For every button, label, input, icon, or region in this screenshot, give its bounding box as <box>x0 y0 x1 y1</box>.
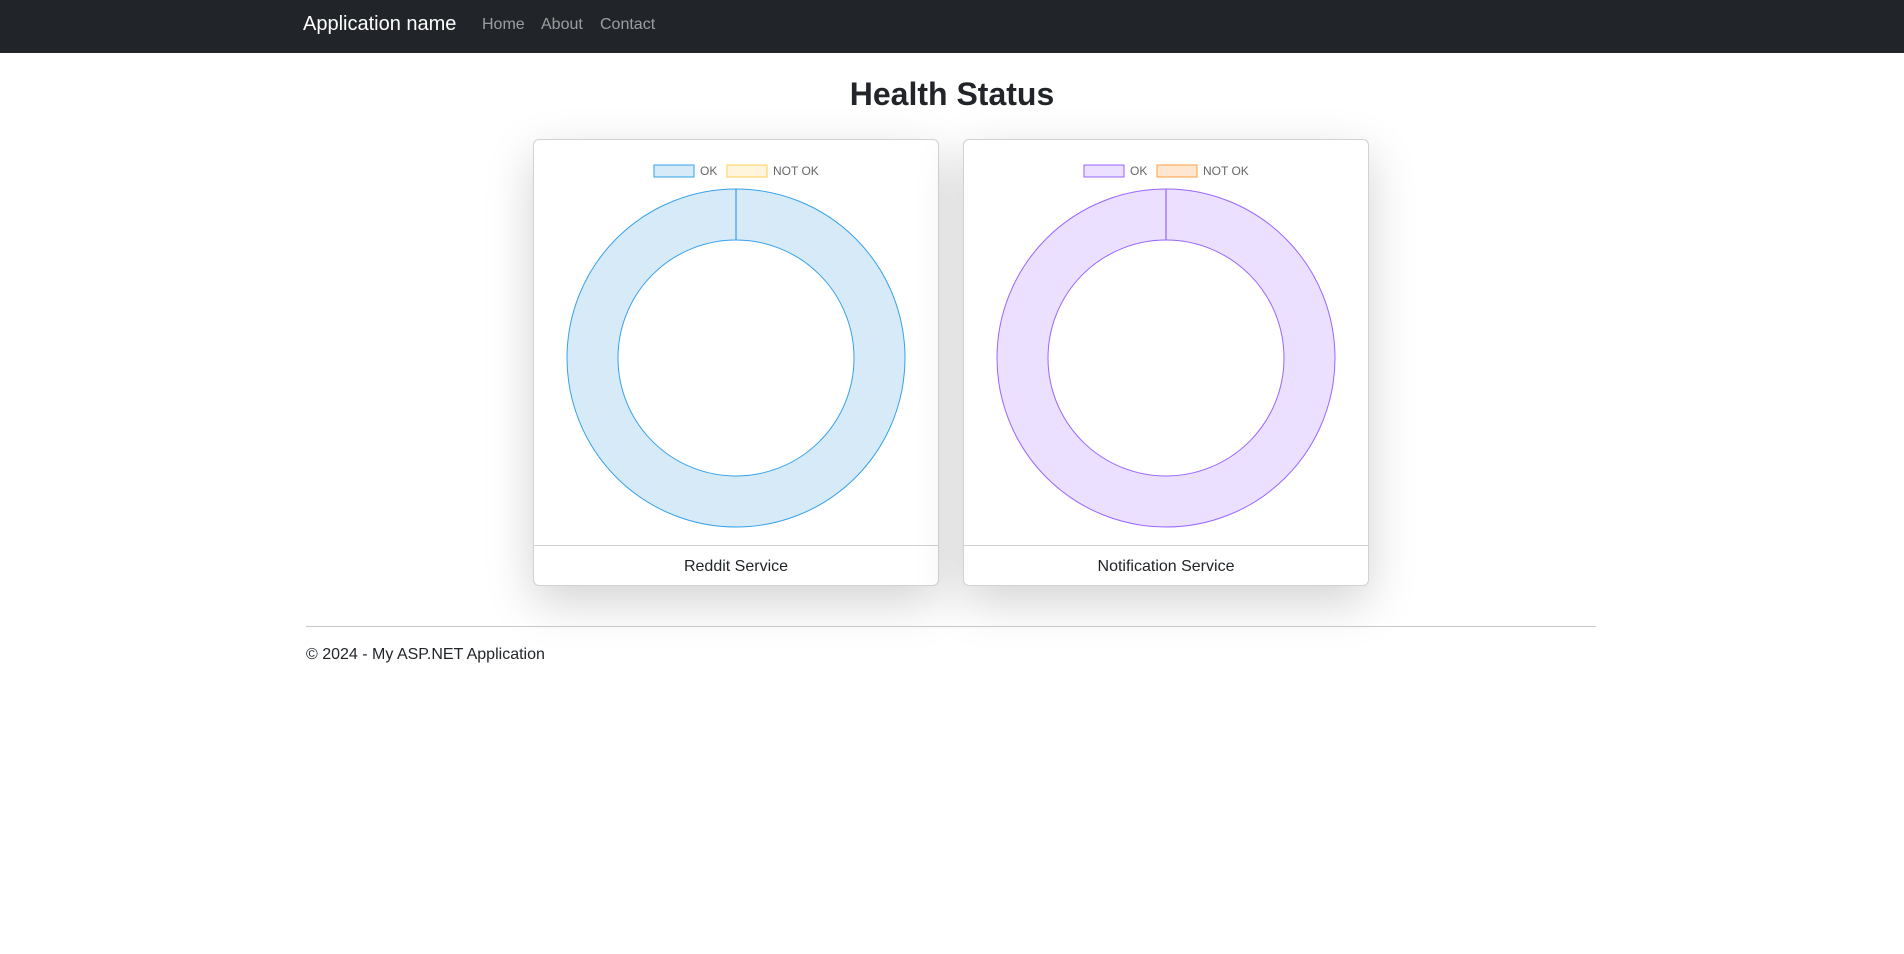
service-card-reddit: OK NOT OK Reddit Service <box>533 139 939 586</box>
card-body: OK NOT OK <box>534 140 938 545</box>
legend-label: NOT OK <box>1203 164 1249 178</box>
legend-swatch <box>1083 164 1125 178</box>
legend-swatch <box>726 164 768 178</box>
legend-swatch <box>653 164 695 178</box>
nav-link-home[interactable]: Home <box>482 16 525 34</box>
card-body: OK NOT OK <box>964 140 1368 545</box>
navbar: Application name Home About Contact <box>0 0 1904 53</box>
service-name: Reddit Service <box>534 545 938 585</box>
legend-label: NOT OK <box>773 164 819 178</box>
footer-copyright: © 2024 - My ASP.NET Application <box>306 646 545 663</box>
legend-item-ok[interactable]: OK <box>1083 164 1147 178</box>
doughnut-chart: OK NOT OK <box>996 164 1336 528</box>
page-title: Health Status <box>849 76 1055 112</box>
nav-link-about[interactable]: About <box>541 16 583 34</box>
doughnut-chart: OK NOT OK <box>566 164 906 528</box>
legend-swatch <box>1156 164 1198 178</box>
footer-divider <box>306 626 1596 627</box>
legend-item-not-ok[interactable]: NOT OK <box>726 164 819 178</box>
legend-item-not-ok[interactable]: NOT OK <box>1156 164 1249 178</box>
nav-link-contact[interactable]: Contact <box>600 16 655 34</box>
service-name: Notification Service <box>964 545 1368 585</box>
legend-label: OK <box>1130 164 1147 178</box>
legend-label: OK <box>700 164 717 178</box>
brand-link[interactable]: Application name <box>303 13 456 36</box>
service-card-notification: OK NOT OK Notification Service <box>963 139 1369 586</box>
legend-item-ok[interactable]: OK <box>653 164 717 178</box>
